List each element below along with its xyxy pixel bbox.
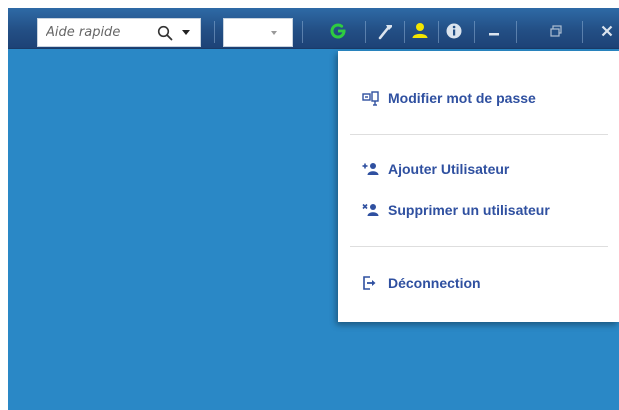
toolbar-separator xyxy=(474,21,475,43)
add-user-icon xyxy=(362,160,380,178)
user-dropdown-menu: Modifier mot de passe Ajouter Utilisateu… xyxy=(338,51,619,322)
menu-item-label: Ajouter Utilisateur xyxy=(388,161,510,177)
tools-icon xyxy=(377,22,395,40)
tools-button[interactable] xyxy=(374,17,398,45)
menu-item-change-password[interactable]: Modifier mot de passe xyxy=(362,85,536,111)
menu-item-label: Modifier mot de passe xyxy=(388,90,536,106)
menu-item-delete-user[interactable]: Supprimer un utilisateur xyxy=(362,197,550,223)
toolbar-separator xyxy=(365,21,366,43)
info-button[interactable] xyxy=(442,17,466,45)
menu-divider xyxy=(350,246,608,247)
quick-help-input[interactable] xyxy=(38,19,150,46)
toolbar-combo-box[interactable] xyxy=(223,18,293,47)
close-button[interactable] xyxy=(598,17,616,45)
search-icon[interactable] xyxy=(157,25,173,41)
minimize-icon xyxy=(487,24,501,38)
refresh-icon xyxy=(328,21,348,41)
password-icon xyxy=(362,89,380,107)
menu-item-logout[interactable]: Déconnection xyxy=(362,270,481,296)
refresh-button[interactable] xyxy=(326,17,350,45)
menu-item-add-user[interactable]: Ajouter Utilisateur xyxy=(362,156,509,182)
user-icon xyxy=(410,21,430,41)
toolbar-separator xyxy=(302,21,303,43)
user-menu-button[interactable] xyxy=(408,17,432,45)
toolbar-separator xyxy=(438,21,439,43)
restore-icon xyxy=(549,24,563,38)
toolbar-separator xyxy=(404,21,405,43)
chevron-down-icon[interactable] xyxy=(271,31,277,35)
close-icon xyxy=(600,24,614,38)
application-window: Modifier mot de passe Ajouter Utilisateu… xyxy=(8,8,619,410)
menu-divider xyxy=(350,134,608,135)
minimize-button[interactable] xyxy=(484,17,504,45)
restore-button[interactable] xyxy=(546,17,566,45)
chevron-down-icon[interactable] xyxy=(182,30,190,35)
menu-item-label: Supprimer un utilisateur xyxy=(388,202,550,218)
toolbar-separator xyxy=(214,21,215,43)
delete-user-icon xyxy=(362,201,380,219)
menu-item-label: Déconnection xyxy=(388,275,481,291)
logout-icon xyxy=(362,274,380,292)
toolbar-separator xyxy=(516,21,517,43)
info-icon xyxy=(445,22,463,40)
top-toolbar xyxy=(8,8,619,49)
toolbar-separator xyxy=(582,21,583,43)
quick-help-search[interactable] xyxy=(37,18,201,47)
